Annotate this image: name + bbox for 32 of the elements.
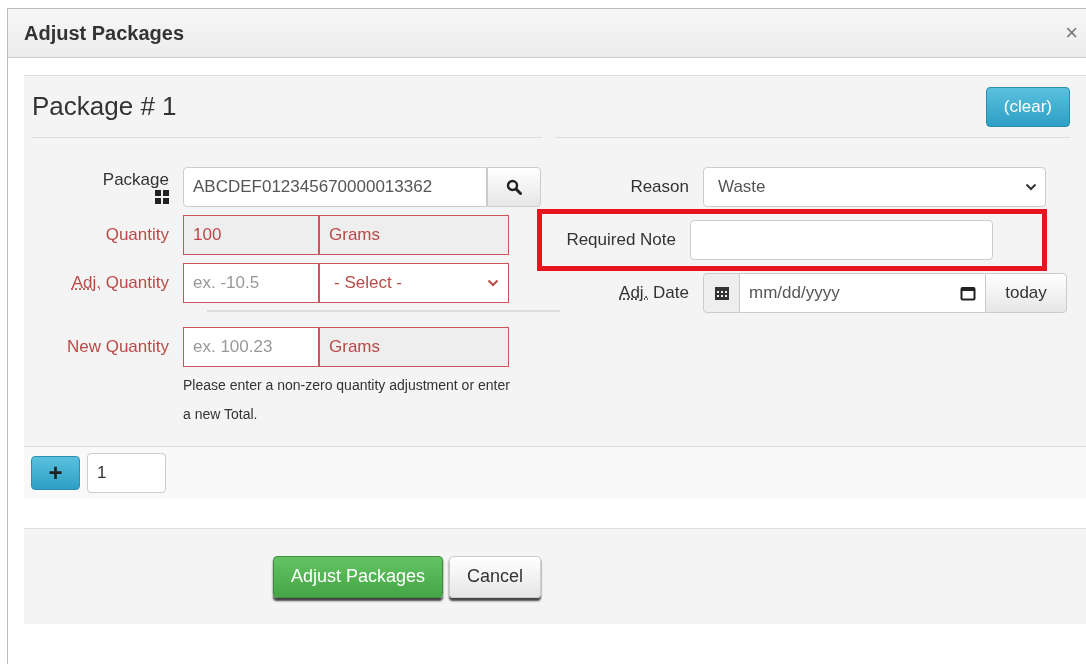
help-text: Please enter a non-zero quantity adjustment or enter a new Total. — [183, 376, 511, 424]
cancel-button[interactable]: Cancel — [449, 555, 542, 598]
package-field[interactable]: ABCDEF012345670000013362 — [183, 167, 487, 207]
unit-field: Grams — [319, 327, 509, 367]
search-button[interactable] — [487, 167, 541, 207]
unit-field: Grams — [319, 215, 509, 255]
add-button[interactable]: + — [31, 456, 80, 490]
close-button[interactable]: × — [1065, 20, 1078, 46]
unit-select[interactable]: - Select - — [319, 263, 509, 303]
count-field[interactable]: 1 — [87, 453, 166, 493]
new-quantity-field[interactable]: ex. 100.23 — [183, 327, 319, 367]
package-heading: Package # 1 — [32, 76, 542, 138]
dialog-title: Adjust Packages — [24, 21, 185, 45]
note-field[interactable] — [690, 220, 993, 260]
calendar-icon — [714, 286, 729, 300]
field-label: Adj. Date — [618, 283, 690, 303]
field-label: New Quantity — [65, 337, 170, 357]
field-label: Quantity — [104, 225, 170, 245]
search-icon — [506, 179, 522, 195]
date-field[interactable]: mm/dd/yyyy — [740, 273, 985, 313]
field-label: Reason — [629, 177, 690, 197]
chevron-down-icon — [487, 279, 499, 287]
calendar-icon — [960, 285, 976, 301]
field-label: Adj. Quantity — [70, 273, 170, 293]
field-label: Required Note — [565, 230, 677, 250]
chevron-down-icon — [1025, 183, 1037, 191]
grid-icon — [155, 190, 169, 204]
quantity-field: 100 — [183, 215, 319, 255]
adj-quantity-field[interactable]: ex. -10.5 — [183, 263, 319, 303]
field-label: Package — [102, 170, 169, 190]
reason-select[interactable]: Waste — [703, 167, 1046, 207]
today-button[interactable]: today — [985, 273, 1067, 313]
